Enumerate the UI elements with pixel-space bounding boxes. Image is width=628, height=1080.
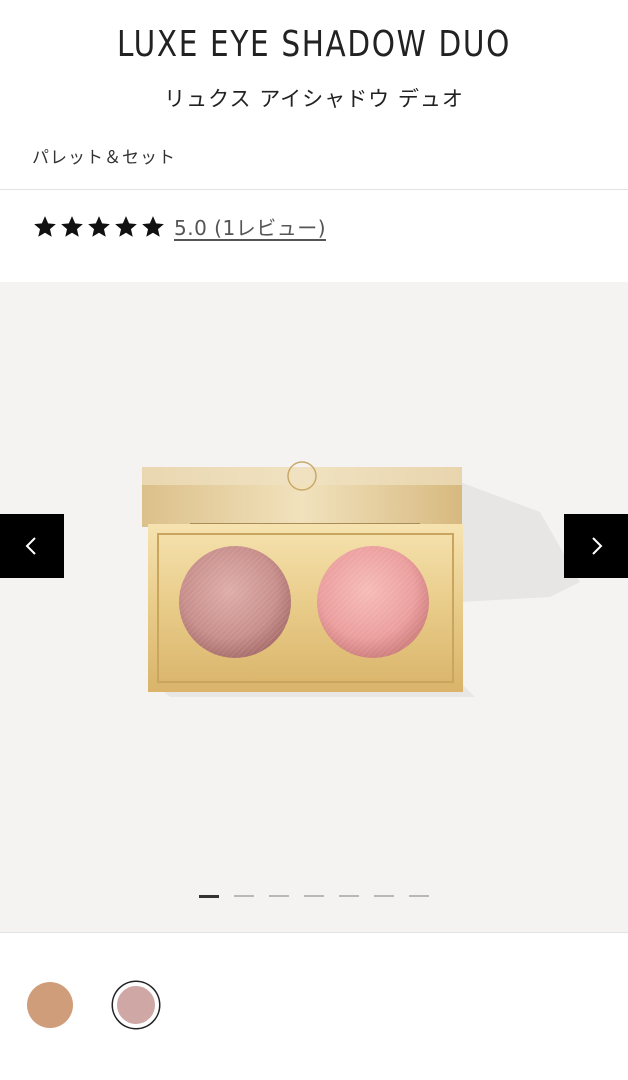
star-icon [88, 215, 110, 237]
gallery-next-button[interactable] [564, 514, 628, 578]
chevron-right-icon [592, 537, 603, 555]
product-category[interactable]: パレット＆セット [32, 143, 176, 168]
shade-swatches [27, 982, 159, 1028]
product-page: LUXE EYE SHADOW DUO リュクス アイシャドウ デュオ パレット… [0, 0, 628, 1080]
divider [0, 932, 628, 933]
star-icon [142, 215, 164, 237]
star-icon [34, 215, 56, 237]
star-icon [61, 215, 83, 237]
product-subtitle: リュクス アイシャドウ デュオ [164, 87, 464, 111]
chevron-left-icon [25, 537, 36, 555]
product-title: LUXE EYE SHADOW DUO [117, 24, 511, 65]
shade-swatch[interactable] [113, 982, 159, 1028]
star-icon [115, 215, 137, 237]
product-image [142, 461, 580, 697]
product-gallery [0, 282, 628, 932]
divider [0, 189, 628, 190]
pagination-dot[interactable] [234, 895, 254, 897]
pagination-dot[interactable] [199, 895, 219, 898]
rating-review-link[interactable]: 5.0 (1レビュー) [174, 212, 326, 241]
rating-stars [32, 214, 166, 240]
gallery-pagination [0, 895, 628, 898]
pagination-dot[interactable] [269, 895, 289, 897]
pagination-dot[interactable] [304, 895, 324, 897]
pagination-dot[interactable] [409, 895, 429, 897]
pagination-dot[interactable] [339, 895, 359, 897]
gallery-prev-button[interactable] [0, 514, 64, 578]
rating-row: 5.0 (1レビュー) [32, 212, 326, 241]
pagination-dot[interactable] [374, 895, 394, 897]
shade-swatch[interactable] [27, 982, 73, 1028]
